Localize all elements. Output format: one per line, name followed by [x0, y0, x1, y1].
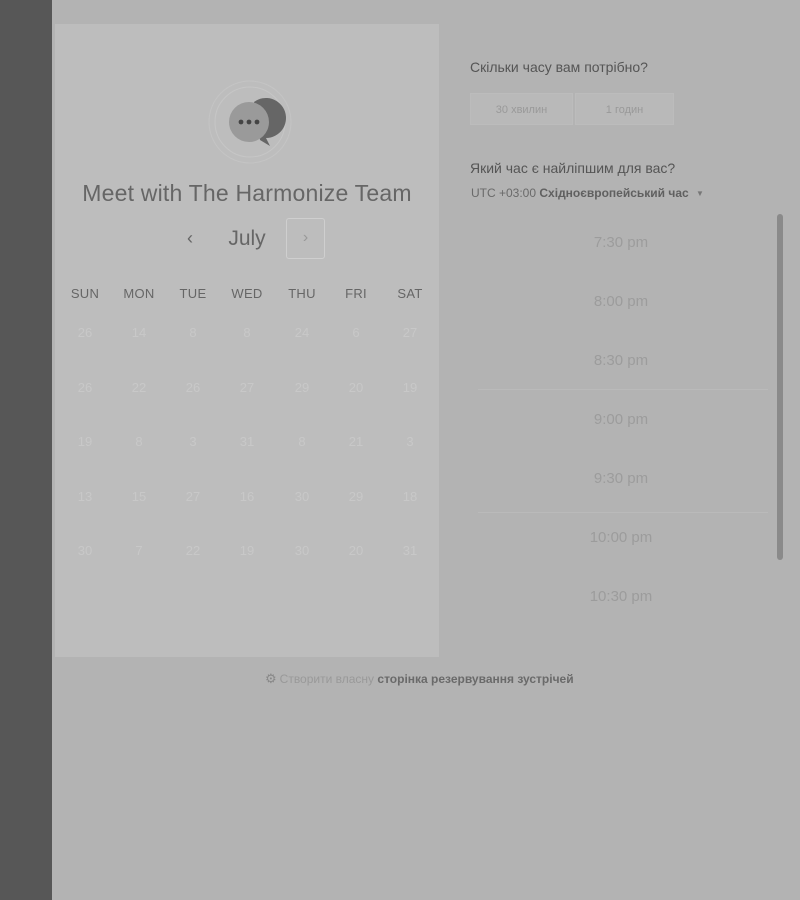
calendar-day: 26	[77, 325, 93, 340]
chevron-down-icon: ▼	[696, 189, 704, 198]
footer-prefix: Створити власну	[279, 672, 375, 686]
weekday-label: TUE	[179, 286, 207, 301]
time-slot-list: 7:30 pm 8:00 pm 8:30 pm 9:00 pm 9:30 pm …	[470, 214, 772, 634]
time-slot-scrollbar[interactable]	[777, 214, 783, 560]
calendar-day: 8	[135, 434, 143, 449]
timezone-offset: UTC +03:00	[471, 186, 537, 200]
calendar-day: 8	[243, 325, 251, 340]
calendar-day: 16	[239, 489, 255, 504]
calendar-day: 29	[348, 489, 364, 504]
calendar-day: 22	[131, 380, 147, 395]
next-month-button[interactable]: ›	[286, 218, 325, 259]
calendar-day: 3	[189, 434, 197, 449]
calendar-day: 19	[402, 380, 418, 395]
create-booking-page-link[interactable]: ⚙ Створити власну сторінка резервування з…	[265, 671, 574, 687]
time-question: Який час є найліпшим для вас?	[470, 160, 676, 176]
calendar-day: 14	[131, 325, 147, 340]
calendar-day: 8	[298, 434, 306, 449]
calendar-day: 31	[239, 434, 255, 449]
duration-question: Скільки часу вам потрібно?	[470, 59, 648, 75]
month-label: July	[228, 227, 266, 250]
sprocket-icon: ⚙	[265, 671, 277, 686]
calendar-day: 30	[294, 543, 310, 558]
calendar-day: 3	[406, 434, 414, 449]
duration-1-hour-button[interactable]: 1 годин	[575, 93, 674, 125]
calendar-day-grid: 26 14 8 8 24 6 27 26 22 26 27 29 20 19 1…	[58, 318, 438, 593]
weekday-label: THU	[288, 286, 316, 301]
chat-logo-icon	[208, 80, 292, 164]
calendar-day: 18	[402, 489, 418, 504]
weekday-label: SUN	[70, 286, 100, 301]
time-slot[interactable]: 7:30 pm	[470, 214, 772, 272]
calendar-day: 27	[239, 380, 255, 395]
calendar-day: 15	[131, 489, 147, 504]
calendar-day: 24	[294, 325, 310, 340]
duration-30-min-button[interactable]: 30 хвилин	[470, 93, 573, 125]
time-slot[interactable]: 8:00 pm	[470, 273, 772, 331]
calendar-day: 6	[352, 325, 360, 340]
calendar-day: 21	[348, 434, 364, 449]
calendar-day: 27	[185, 489, 201, 504]
month-navigation: ‹ July ›	[55, 218, 439, 260]
meeting-title: Meet with The Harmonize Team	[82, 180, 412, 206]
timezone-name: Східноєвропейський час	[539, 186, 689, 200]
left-sidebar-strip	[0, 0, 52, 900]
time-slot[interactable]: 10:00 pm	[470, 509, 772, 567]
calendar-day: 19	[77, 434, 93, 449]
calendar-day: 19	[239, 543, 255, 558]
time-slot[interactable]: 9:30 pm	[470, 450, 772, 508]
timezone-selector[interactable]: UTC +03:00 Східноєвропейський час ▼	[471, 186, 704, 200]
calendar-day: 7	[135, 543, 143, 558]
time-slot[interactable]: 8:30 pm	[470, 332, 772, 390]
calendar-day: 20	[348, 380, 364, 395]
calendar-day: 31	[402, 543, 418, 558]
calendar-day: 8	[189, 325, 197, 340]
calendar-day: 22	[185, 543, 201, 558]
weekday-label: WED	[231, 286, 263, 301]
weekday-label: MON	[123, 286, 155, 301]
calendar-day: 29	[294, 380, 310, 395]
weekday-label: SAT	[397, 286, 423, 301]
calendar-day: 30	[294, 489, 310, 504]
footer-link-text: сторінка резервування зустрічей	[377, 672, 574, 686]
calendar-day: 26	[185, 380, 201, 395]
time-slot[interactable]: 10:30 pm	[470, 568, 772, 626]
calendar-day: 20	[348, 543, 364, 558]
prev-month-button[interactable]: ‹	[173, 218, 207, 260]
weekday-header: SUN MON TUE WED THU FRI SAT	[58, 286, 438, 304]
calendar-day: 30	[77, 543, 93, 558]
time-slot[interactable]: 9:00 pm	[470, 391, 772, 449]
calendar-day: 13	[77, 489, 93, 504]
calendar-day: 26	[77, 380, 93, 395]
slot-divider	[478, 389, 768, 390]
weekday-label: FRI	[345, 286, 367, 301]
calendar-day: 27	[402, 325, 418, 340]
